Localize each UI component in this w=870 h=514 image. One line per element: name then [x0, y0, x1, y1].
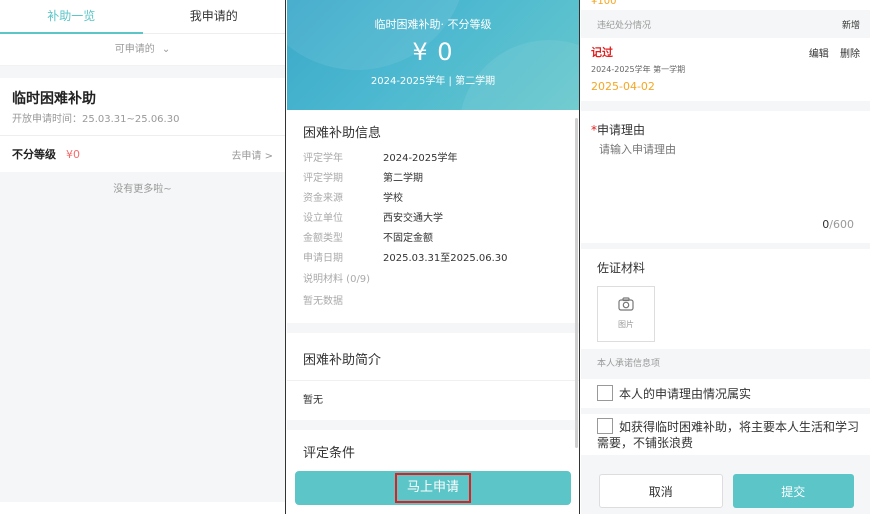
go-apply-link[interactable]: 去申请 >: [231, 147, 273, 162]
filter-dropdown[interactable]: 可申请的 ⌄: [0, 34, 285, 66]
brief-section: 困难补助简介 暂无: [287, 333, 579, 420]
application-form-screen: ¥100 违纪处分情况 新增 记过 编辑 删除 2024-2025学年 第一学期…: [581, 0, 870, 514]
promise-header: 本人承诺信息项: [581, 349, 870, 379]
scrollbar[interactable]: [575, 118, 578, 448]
info-row: 评定学年 2024-2025学年: [287, 149, 579, 169]
list-tabs: 补助一览 我申请的: [0, 0, 285, 34]
edit-button[interactable]: 编辑: [809, 49, 829, 60]
card-header: 临时困难补助 开放申请时间：25.03.31~25.06.30: [0, 78, 285, 136]
submit-button[interactable]: 提交: [732, 474, 854, 508]
info-value: 西安交通大学: [383, 213, 443, 224]
level-amount: ¥0: [66, 147, 80, 161]
info-value: 不固定金额: [383, 233, 433, 244]
subsidy-detail-screen: 临时困难补助· 不分等级 ¥ 0 2024-2025学年 | 第二学期 困难补助…: [287, 0, 580, 514]
reason-label: *申请理由: [591, 121, 854, 138]
subsidy-list-screen: 补助一览 我申请的 可申请的 ⌄ 临时困难补助 开放申请时间：25.03.31~…: [0, 0, 286, 514]
info-key: 资金来源: [303, 193, 343, 204]
info-row: 资金来源 学校: [287, 189, 579, 209]
promise-item-2[interactable]: 如获得临时困难补助，将主要本人生活和学习需要，不铺张浪费: [581, 414, 870, 455]
info-section: 困难补助信息 评定学年 2024-2025学年 评定学期 第二学期 资金来源 学校 设…: [287, 110, 579, 323]
materials-label[interactable]: 说明材料 (0/9): [287, 269, 579, 291]
checkbox[interactable]: [597, 418, 613, 434]
info-key: 设立单位: [303, 213, 343, 224]
evidence-label: 佐证材料: [597, 261, 646, 275]
violation-row: 记过 编辑 删除: [591, 44, 860, 60]
violation-term: 2024-2025学年 第一学期: [591, 65, 686, 74]
tab-my-applications[interactable]: 我申请的: [143, 0, 286, 33]
info-value: 2025.03.31至2025.06.30: [383, 253, 508, 264]
info-key: 评定学期: [303, 173, 343, 184]
level-row[interactable]: 不分等级 ¥0 去申请 >: [0, 136, 285, 172]
subsidy-card[interactable]: 临时困难补助 开放申请时间：25.03.31~25.06.30 不分等级 ¥0 …: [0, 78, 285, 172]
info-value: 第二学期: [383, 173, 423, 184]
add-violation-button[interactable]: 新增: [842, 18, 860, 31]
camera-icon: [598, 297, 654, 315]
cancel-button[interactable]: 取消: [599, 474, 723, 508]
subsidy-title: 临时困难补助: [12, 91, 96, 107]
apply-now-button[interactable]: 马上申请: [295, 471, 571, 505]
apply-bar: 马上申请: [287, 462, 579, 514]
info-key: 申请日期: [303, 253, 343, 264]
info-row: 评定学期 第二学期: [287, 169, 579, 189]
filter-label: 可申请的: [114, 44, 155, 55]
reason-input[interactable]: [591, 143, 831, 156]
divider: [0, 66, 285, 78]
form-footer: 取消 提交: [581, 468, 870, 514]
violation-header: 违纪处分情况 新增: [581, 10, 870, 38]
apply-now-label: 马上申请: [394, 473, 471, 503]
promise-text-2: 如获得临时困难补助，将主要本人生活和学习需要，不铺张浪费: [597, 420, 860, 450]
brief-title: 困难补助简介: [287, 333, 579, 381]
reason-label-text: 申请理由: [597, 123, 646, 137]
promise-item-1[interactable]: 本人的申请理由情况属实: [581, 379, 870, 408]
chevron-down-icon: ⌄: [161, 44, 171, 55]
violation-type: 记过: [591, 46, 613, 59]
top-amount: ¥100: [581, 0, 870, 10]
violation-item: 记过 编辑 删除 2024-2025学年 第一学期 2025-04-02: [581, 38, 870, 101]
no-more-text: 没有更多啦~: [113, 184, 172, 195]
promise-text-1: 本人的申请理由情况属实: [619, 387, 752, 401]
evidence-section: 佐证材料 图片: [581, 249, 870, 349]
info-value: 2024-2025学年: [383, 153, 458, 164]
list-background: 没有更多啦~: [0, 172, 285, 502]
no-data-text: 暂无数据: [303, 296, 343, 307]
reason-section: *申请理由 0/600: [581, 111, 870, 243]
info-row: 设立单位 西安交通大学: [287, 209, 579, 229]
upload-caption: 图片: [618, 320, 634, 329]
info-value: 学校: [383, 193, 403, 204]
delete-button[interactable]: 删除: [840, 49, 860, 60]
detail-banner: 临时困难补助· 不分等级 ¥ 0 2024-2025学年 | 第二学期: [287, 0, 579, 110]
info-section-title: 困难补助信息: [303, 126, 382, 141]
brief-text: 暂无: [303, 395, 323, 406]
char-counter: 0/600: [822, 218, 854, 231]
violation-date: 2025-04-02: [591, 80, 655, 93]
info-key: 评定学年: [303, 153, 343, 164]
level-label: 不分等级: [12, 148, 56, 161]
tab-subsidy-overview[interactable]: 补助一览: [0, 0, 143, 34]
char-max: /600: [829, 218, 854, 231]
image-upload-button[interactable]: 图片: [597, 286, 655, 342]
violation-actions: 编辑 删除: [801, 45, 860, 60]
info-key: 金额类型: [303, 233, 343, 244]
violation-header-label: 违纪处分情况: [597, 20, 652, 31]
info-row: 金额类型 不固定金额: [287, 229, 579, 249]
info-row: 申请日期 2025.03.31至2025.06.30: [287, 249, 579, 269]
open-time: 开放申请时间：25.03.31~25.06.30: [12, 114, 180, 125]
checkbox[interactable]: [597, 385, 613, 401]
